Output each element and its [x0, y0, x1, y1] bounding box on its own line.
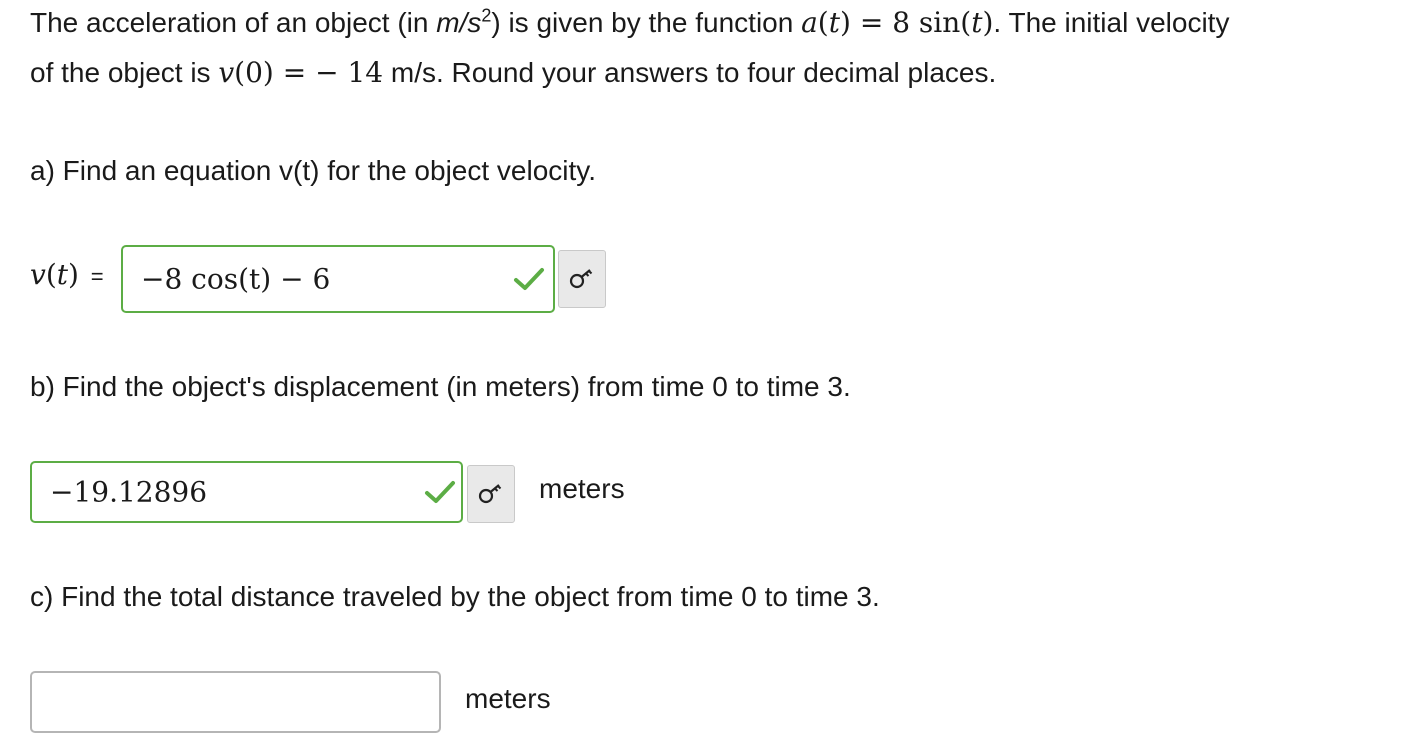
velocity-answer-value: −8 cos(t) − 6 — [141, 262, 331, 296]
problem-statement-line-2: of the object is v(0) = − 14 m/s. Round … — [30, 56, 996, 90]
displacement-unit: meters — [539, 473, 625, 504]
velocity-symbol: v — [218, 56, 235, 89]
checkmark-icon — [514, 268, 544, 290]
part-b-prompt: b) Find the object's displacement (in me… — [30, 371, 851, 402]
acceleration-unit: m/s — [436, 7, 482, 38]
function-name: a — [801, 6, 818, 39]
distance-unit: meters — [465, 683, 551, 714]
function-definition: = 8 sin( — [850, 6, 972, 39]
initial-velocity-value: (0) = − 14 — [234, 56, 384, 89]
equals-sign: = — [90, 264, 104, 289]
part-a-prompt: a) Find an equation v(t) for the object … — [30, 155, 596, 186]
problem-text: The acceleration of an object (in — [30, 7, 437, 38]
distance-answer-field[interactable] — [30, 671, 441, 733]
checkmark-icon — [425, 481, 455, 503]
unit-exponent: 2 — [481, 5, 492, 26]
part-a-answer-label: v(t) = — [30, 258, 104, 291]
problem-text: . The initial velocity — [993, 7, 1230, 38]
displacement-answer-value: −19.12896 — [50, 475, 208, 509]
problem-text: ) is given by the function — [491, 7, 802, 38]
key-icon — [478, 484, 502, 504]
problem-text: m/s. Round your answers to four decimal … — [383, 57, 997, 88]
part-c-prompt: c) Find the total distance traveled by t… — [30, 581, 880, 612]
problem-statement-line-1: The acceleration of an object (in m/s2) … — [30, 5, 1230, 39]
displacement-answer-field[interactable]: −19.12896 — [30, 461, 463, 523]
function-variable: t — [828, 6, 840, 39]
key-icon — [569, 269, 593, 289]
displacement-key-button[interactable] — [467, 465, 515, 523]
velocity-answer-field[interactable]: −8 cos(t) − 6 — [121, 245, 555, 313]
problem-text: of the object is — [30, 57, 219, 88]
velocity-key-button[interactable] — [558, 250, 606, 308]
